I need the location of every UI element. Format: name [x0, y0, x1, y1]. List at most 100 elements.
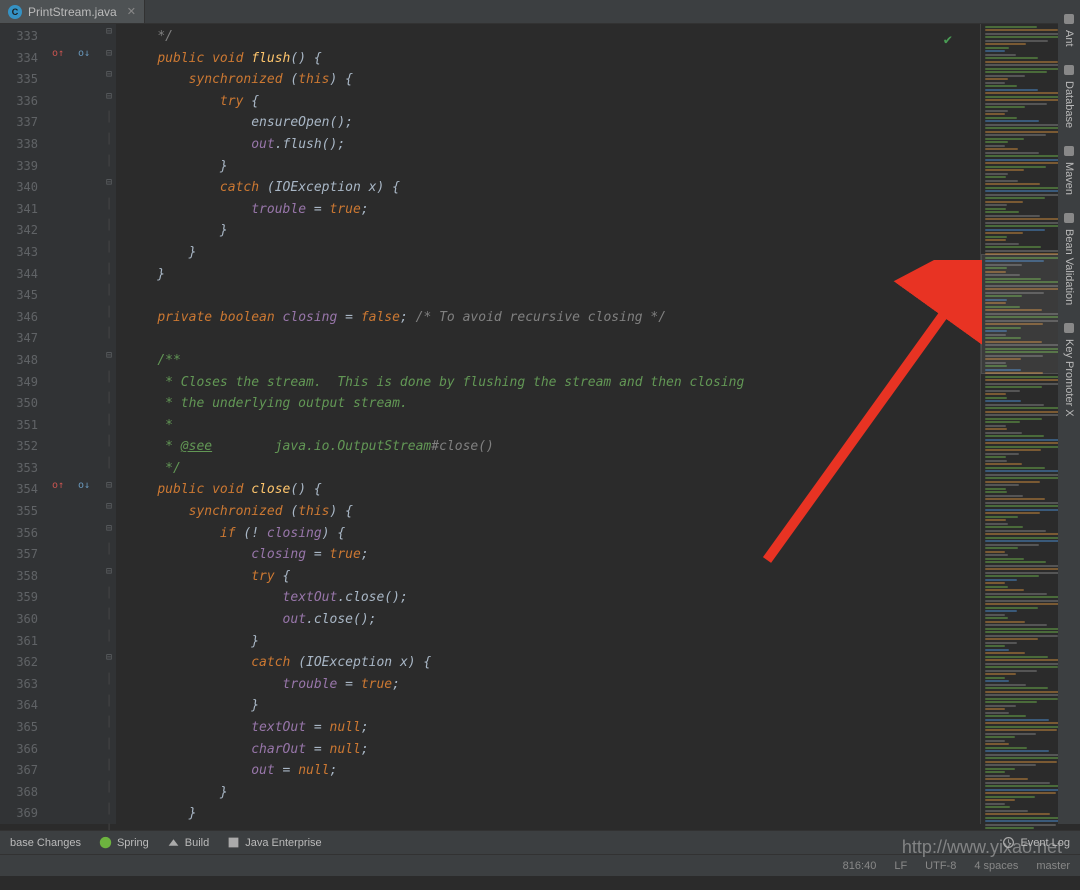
minimap-line	[985, 215, 1040, 217]
tool-window-maven[interactable]: Maven	[1060, 138, 1078, 201]
minimap-line	[985, 57, 1038, 59]
code-line[interactable]: /**	[126, 350, 970, 372]
code-line[interactable]: */	[126, 26, 970, 48]
fold-toggle-icon[interactable]: ⊟	[104, 480, 114, 491]
code-line[interactable]	[126, 285, 970, 307]
line-separator[interactable]: LF	[894, 860, 907, 872]
code-line[interactable]: */	[126, 458, 970, 480]
code-line[interactable]: *	[126, 415, 970, 437]
minimap-line	[985, 250, 1061, 252]
code-line[interactable]: try {	[126, 566, 970, 588]
minimap-line	[985, 673, 1016, 675]
code-line[interactable]: catch (IOException x) {	[126, 652, 970, 674]
fold-toggle-icon[interactable]: ⊟	[104, 501, 114, 512]
line-number: 350	[0, 393, 38, 415]
java-class-icon: C	[8, 5, 22, 19]
code-area[interactable]: */ public void flush() { synchronized (t…	[116, 24, 980, 824]
minimap-line	[985, 75, 1025, 77]
cursor-position[interactable]: 816:40	[843, 860, 877, 872]
line-number: 368	[0, 782, 38, 804]
code-line[interactable]: trouble = true;	[126, 674, 970, 696]
editor: 3333343353363373383393403413423433443453…	[0, 24, 1080, 824]
fold-toggle-icon[interactable]: ⊟	[104, 48, 114, 59]
code-line[interactable]: out.flush();	[126, 134, 970, 156]
code-line[interactable]: charOut = null;	[126, 739, 970, 761]
minimap-line	[985, 656, 1048, 658]
minimap-line	[985, 666, 1058, 668]
status-item[interactable]: Spring	[99, 836, 149, 849]
fold-toggle-icon[interactable]: ⊟	[104, 91, 114, 102]
file-tab[interactable]: C PrintStream.java ✕	[0, 0, 145, 23]
minimap-line	[985, 138, 1024, 140]
override-down-icon[interactable]: o↑	[52, 48, 62, 58]
fold-toggle-icon[interactable]: ⊟	[104, 69, 114, 80]
minimap-line	[985, 757, 1069, 759]
code-line[interactable]: private boolean closing = false; /* To a…	[126, 307, 970, 329]
status-item[interactable]: Build	[167, 836, 209, 849]
code-line[interactable]: }	[126, 782, 970, 804]
implements-down-icon[interactable]: o↓	[78, 480, 88, 490]
minimap-line	[985, 176, 1006, 178]
code-line[interactable]: }	[126, 242, 970, 264]
code-line[interactable]: textOut = null;	[126, 717, 970, 739]
minimap-line	[985, 449, 1041, 451]
code-line[interactable]: }	[126, 220, 970, 242]
fold-toggle-icon[interactable]: ⊟	[104, 523, 114, 534]
code-line[interactable]: }	[126, 695, 970, 717]
fold-toggle-icon[interactable]: ⊟	[104, 350, 114, 361]
code-line[interactable]: catch (IOException x) {	[126, 177, 970, 199]
minimap-line	[985, 435, 1044, 437]
fold-toggle-icon[interactable]: ⊟	[104, 177, 114, 188]
code-line[interactable]: ensureOpen();	[126, 112, 970, 134]
code-line[interactable]: public void close() {	[126, 479, 970, 501]
tool-window-key-promoter-x[interactable]: Key Promoter X	[1060, 315, 1078, 423]
bean-icon	[1062, 211, 1076, 225]
minimap-line	[985, 792, 1056, 794]
code-line[interactable]: * Closes the stream. This is done by flu…	[126, 372, 970, 394]
file-encoding[interactable]: UTF-8	[925, 860, 956, 872]
minimap-line	[985, 505, 1069, 507]
minimap-line	[985, 229, 1045, 231]
code-line[interactable]: }	[126, 264, 970, 286]
code-line[interactable]: out.close();	[126, 609, 970, 631]
tool-window-ant[interactable]: Ant	[1060, 6, 1078, 53]
code-line[interactable]: }	[126, 631, 970, 653]
tool-window-database[interactable]: Database	[1060, 57, 1078, 134]
code-line[interactable]: public void flush() {	[126, 48, 970, 70]
fold-guide: │	[104, 156, 114, 167]
code-line[interactable]: closing = true;	[126, 544, 970, 566]
implements-down-icon[interactable]: o↓	[78, 48, 88, 58]
status-item[interactable]: Java Enterprise	[227, 836, 321, 849]
git-branch[interactable]: master	[1036, 860, 1070, 872]
code-line[interactable]	[126, 328, 970, 350]
code-line[interactable]: if (! closing) {	[126, 523, 970, 545]
code-line[interactable]: }	[126, 803, 970, 824]
close-icon[interactable]: ✕	[123, 5, 136, 18]
code-line[interactable]: textOut.close();	[126, 587, 970, 609]
line-number: 339	[0, 156, 38, 178]
minimap-line	[985, 768, 1015, 770]
status-item[interactable]: base Changes	[10, 837, 81, 849]
line-number: 357	[0, 544, 38, 566]
fold-toggle-icon[interactable]: ⊟	[104, 652, 114, 663]
code-line[interactable]: out = null;	[126, 760, 970, 782]
key-icon	[1062, 321, 1076, 335]
code-line[interactable]: synchronized (this) {	[126, 69, 970, 91]
code-line[interactable]: * @see java.io.OutputStream#close()	[126, 436, 970, 458]
scrollbar-thumb[interactable]	[950, 275, 959, 320]
override-down-icon[interactable]: o↑	[52, 480, 62, 490]
indent-setting[interactable]: 4 spaces	[974, 860, 1018, 872]
line-number-gutter: 3333343353363373383393403413423433443453…	[0, 24, 46, 824]
code-line[interactable]: }	[126, 156, 970, 178]
fold-toggle-icon[interactable]: ⊟	[104, 566, 114, 577]
inspection-ok-icon[interactable]: ✔	[944, 32, 952, 48]
code-line[interactable]: * the underlying output stream.	[126, 393, 970, 415]
minimap-line	[985, 197, 1045, 199]
fold-toggle-icon[interactable]: ⊟	[104, 26, 114, 37]
tool-window-bean-validation[interactable]: Bean Validation	[1060, 205, 1078, 311]
line-number: 333	[0, 26, 38, 48]
fold-guide: │	[104, 739, 114, 750]
code-line[interactable]: try {	[126, 91, 970, 113]
code-line[interactable]: trouble = true;	[126, 199, 970, 221]
code-line[interactable]: synchronized (this) {	[126, 501, 970, 523]
